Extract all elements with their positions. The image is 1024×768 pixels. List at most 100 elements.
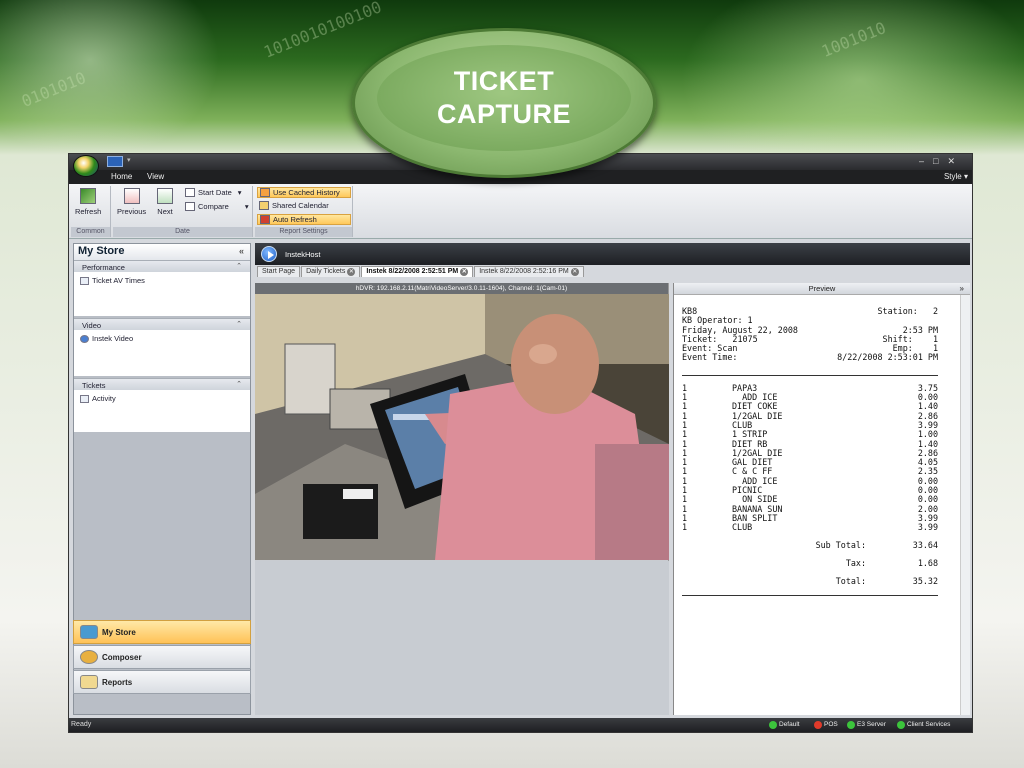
collapse-section-icon[interactable]: ⌃: [236, 320, 242, 328]
item-quantity: 1: [682, 429, 688, 440]
close-tab-icon[interactable]: ✕: [347, 268, 356, 276]
quick-access-dropdown-icon[interactable]: ▾: [127, 156, 131, 164]
nav-button-reports[interactable]: Reports: [73, 670, 251, 694]
item-quantity: 1: [682, 419, 688, 430]
start-date-dropdown[interactable]: Start Date ▾: [185, 188, 242, 197]
status-ready: Ready: [71, 721, 92, 728]
close-tab-icon[interactable]: ✕: [460, 268, 469, 276]
collapse-section-icon[interactable]: ⌃: [236, 262, 242, 270]
ribbon-group-report-settings: Use Cached History Shared Calendar Auto …: [255, 186, 353, 237]
nav-button-composer[interactable]: Composer: [73, 645, 251, 669]
service-e3-server[interactable]: E3 Server: [847, 718, 886, 732]
menu-view[interactable]: View: [147, 172, 164, 181]
next-button[interactable]: Next: [157, 188, 173, 216]
item-quantity: 1: [682, 401, 688, 412]
receipt-subtotal-label: Sub Total:: [815, 539, 866, 550]
tab-label: Instek 8/22/2008 2:52:16 PM: [479, 268, 569, 275]
receipt-total-label: Total:: [835, 576, 866, 587]
nav-button-label: Composer: [102, 652, 142, 662]
calendar-previous-icon: [123, 188, 140, 204]
nav-button-label: My Store: [102, 627, 136, 637]
previous-label: Previous: [117, 207, 147, 216]
receipt-item-line: 1 BAN SPLIT 3.99: [682, 512, 938, 523]
start-date-label: Start Date: [198, 188, 232, 197]
tab-label: Instek 8/22/2008 2:52:51 PM: [366, 268, 459, 275]
preview-title: Preview: [808, 284, 836, 293]
nav-item-label: Instek Video: [92, 334, 134, 343]
video-frame[interactable]: [255, 294, 669, 560]
service-default[interactable]: Default: [769, 718, 800, 732]
compare-label: Compare: [198, 202, 229, 211]
auto-refresh-toggle[interactable]: Auto Refresh: [257, 214, 351, 225]
video-still-image: [255, 294, 669, 560]
receipt-spacer: [682, 533, 938, 541]
preview-scrollbar[interactable]: [960, 295, 970, 715]
item-quantity: 1: [682, 382, 688, 393]
nav-item-label: Activity: [92, 394, 116, 403]
group-label-common: Common: [71, 227, 110, 237]
tab-start-page[interactable]: Start Page: [257, 266, 301, 277]
nav-item-label: Ticket AV Times: [92, 276, 145, 285]
item-name: CLUB: [732, 522, 753, 533]
service-pos[interactable]: POS: [814, 718, 838, 732]
nav-button-my-store[interactable]: My Store: [73, 620, 251, 644]
compare-icon: [185, 202, 195, 211]
tab-instek-2[interactable]: Instek 8/22/2008 2:52:16 PM ✕: [474, 266, 584, 277]
group-label-report-settings: Report Settings: [255, 227, 352, 237]
tab-instek-active[interactable]: Instek 8/22/2008 2:52:51 PM ✕: [361, 266, 474, 277]
status-error-icon: [814, 721, 822, 729]
item-quantity: 1: [682, 466, 688, 477]
receipt-header-left: Event Time:: [682, 352, 738, 363]
composer-icon: [80, 650, 98, 664]
compare-dropdown[interactable]: Compare ▾: [185, 202, 249, 211]
receipt-header-right: 8/22/2008 2:53:01 PM: [837, 352, 938, 363]
section-header-tickets[interactable]: Tickets ⌃: [74, 378, 250, 390]
application-orb-button[interactable]: [73, 155, 99, 177]
use-cached-history-toggle[interactable]: Use Cached History: [257, 187, 351, 198]
collapse-section-icon[interactable]: ⌃: [236, 380, 242, 388]
receipt-total-value: 35.32: [912, 576, 938, 587]
tab-label: Daily Tickets: [306, 268, 346, 275]
previous-button[interactable]: Previous: [117, 188, 146, 216]
nav-item-ticket-av-times[interactable]: Ticket AV Times: [80, 276, 244, 285]
shared-calendar-toggle[interactable]: Shared Calendar: [259, 201, 329, 210]
shared-calendar-label: Shared Calendar: [272, 201, 329, 210]
section-header-video[interactable]: Video ⌃: [74, 318, 250, 330]
tab-daily-tickets[interactable]: Daily Tickets ✕: [301, 266, 361, 277]
document-tabs: Start Page Daily Tickets ✕ Instek 8/22/20…: [255, 265, 970, 277]
auto-refresh-label: Auto Refresh: [273, 215, 317, 224]
service-client-services[interactable]: Client Services: [897, 718, 950, 732]
ribbon-group-date: Previous Next Start Date ▾ Compare ▾ Dat…: [113, 186, 253, 237]
pane-header: My Store «: [74, 244, 250, 260]
nav-item-activity[interactable]: Activity: [80, 394, 244, 403]
section-body-tickets: Activity: [74, 390, 250, 432]
section-header-performance[interactable]: Performance ⌃: [74, 260, 250, 272]
item-quantity: 1: [682, 438, 688, 449]
preview-header: Preview »: [674, 283, 970, 295]
nav-item-instek-video[interactable]: Instek Video: [80, 334, 244, 343]
slide-title-badge: TICKET CAPTURE: [352, 28, 656, 178]
quick-access-save-icon[interactable]: [107, 156, 123, 167]
refresh-button[interactable]: Refresh: [75, 188, 101, 216]
item-quantity: 1: [682, 522, 688, 533]
status-ok-icon: [769, 721, 777, 729]
collapse-pane-icon[interactable]: «: [239, 246, 244, 256]
expand-preview-icon[interactable]: »: [960, 283, 964, 295]
activity-icon: [80, 394, 89, 403]
receipt-item-line: 1 CLUB 3.99: [682, 419, 938, 430]
style-menu[interactable]: Style ▾: [944, 172, 968, 181]
receipt-item-line: 1 1/2GAL DIE 2.86: [682, 448, 938, 458]
menu-home[interactable]: Home: [111, 172, 132, 181]
item-quantity: 1: [682, 457, 688, 468]
item-quantity: 1: [682, 485, 688, 496]
slide-title: TICKET CAPTURE: [436, 66, 571, 129]
receipt-divider: [682, 595, 938, 597]
auto-refresh-icon: [260, 215, 270, 224]
video-caption: hDVR: 192.168.2.11(MatriVideoServer/3.0.…: [255, 283, 668, 294]
close-tab-icon[interactable]: ✕: [570, 268, 579, 276]
play-icon[interactable]: [261, 246, 277, 262]
shared-calendar-icon: [259, 201, 269, 210]
item-quantity: 1: [682, 512, 688, 523]
window-controls[interactable]: –□✕: [919, 156, 964, 167]
receipt-tax-line: Tax: 1.68: [682, 558, 938, 568]
